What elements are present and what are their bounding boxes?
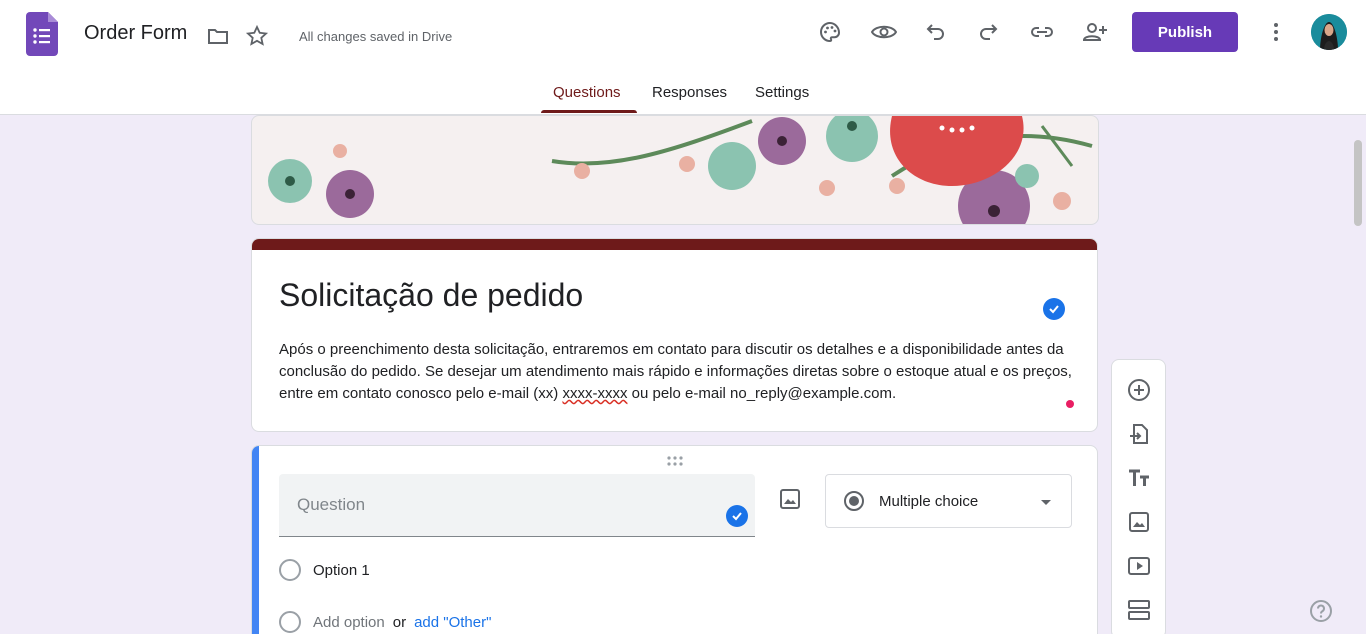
- question-placeholder: Question: [297, 495, 366, 514]
- star-icon[interactable]: [237, 16, 277, 56]
- radio-button-icon: [279, 559, 301, 581]
- check-badge-icon: [726, 505, 748, 527]
- top-bar: Order Form All changes saved in Drive Pu…: [0, 0, 1366, 115]
- tab-responses[interactable]: Responses: [652, 84, 727, 101]
- add-option-link[interactable]: Add option: [313, 614, 385, 631]
- form-title[interactable]: Solicitação de pedido: [279, 277, 583, 314]
- form-description[interactable]: Após o preenchimento desta solicitação, …: [279, 339, 1079, 405]
- or-text: or: [392, 613, 407, 631]
- option-label[interactable]: Option 1: [313, 562, 370, 579]
- question-card[interactable]: Question Multiple choice Option 1 Add op…: [251, 445, 1098, 634]
- add-video-icon[interactable]: [1123, 550, 1155, 582]
- theme-color-strip: [252, 239, 1097, 250]
- link-icon[interactable]: [1022, 12, 1062, 52]
- folder-icon[interactable]: [198, 16, 238, 56]
- side-toolbar: [1111, 359, 1166, 634]
- add-image-icon[interactable]: [1123, 506, 1155, 538]
- help-icon[interactable]: [1309, 599, 1333, 623]
- page-scrollbar[interactable]: [1350, 115, 1366, 634]
- drag-handle-icon[interactable]: [666, 454, 684, 472]
- save-status: All changes saved in Drive: [299, 29, 453, 44]
- add-title-icon[interactable]: [1123, 462, 1155, 494]
- tab-settings[interactable]: Settings: [755, 84, 809, 101]
- scrollbar-thumb[interactable]: [1354, 140, 1362, 226]
- import-questions-icon[interactable]: [1123, 418, 1155, 450]
- document-title[interactable]: Order Form: [84, 22, 187, 45]
- question-title-input[interactable]: Question: [279, 474, 755, 537]
- active-tab-indicator: [541, 110, 637, 113]
- add-section-icon[interactable]: [1123, 594, 1155, 626]
- misspelled-word: xxxx-xxxx: [562, 385, 628, 402]
- tab-bar: Questions Responses Settings: [0, 70, 1366, 115]
- palette-icon[interactable]: [810, 12, 850, 52]
- redo-icon[interactable]: [968, 12, 1008, 52]
- grammar-indicator-dot: [1066, 400, 1074, 408]
- more-vert-icon[interactable]: [1256, 12, 1296, 52]
- forms-logo-icon[interactable]: [26, 12, 58, 56]
- add-question-icon[interactable]: [1123, 374, 1155, 406]
- radio-button-icon: [279, 611, 301, 633]
- add-image-icon[interactable]: [770, 479, 810, 519]
- preview-eye-icon[interactable]: [864, 12, 904, 52]
- active-question-indicator: [252, 446, 259, 634]
- description-text-end: ou pelo e-mail no_reply@example.com.: [627, 385, 897, 402]
- question-type-dropdown[interactable]: Multiple choice: [825, 474, 1072, 528]
- tab-questions[interactable]: Questions: [553, 84, 621, 101]
- undo-icon[interactable]: [916, 12, 956, 52]
- radio-button-icon: [844, 491, 864, 511]
- add-collaborator-icon[interactable]: [1075, 12, 1115, 52]
- check-badge-icon: [1043, 298, 1065, 320]
- form-title-card[interactable]: Solicitação de pedido Após o preenchimen…: [251, 238, 1098, 432]
- add-option-row: Add option or add "Other": [279, 610, 491, 634]
- add-other-link[interactable]: add "Other": [414, 614, 491, 631]
- chevron-down-icon: [1041, 500, 1051, 505]
- publish-button[interactable]: Publish: [1132, 12, 1238, 52]
- question-type-label: Multiple choice: [879, 493, 979, 510]
- option-row[interactable]: Option 1: [279, 558, 370, 582]
- header-banner-image: [251, 115, 1099, 225]
- avatar[interactable]: [1311, 14, 1347, 50]
